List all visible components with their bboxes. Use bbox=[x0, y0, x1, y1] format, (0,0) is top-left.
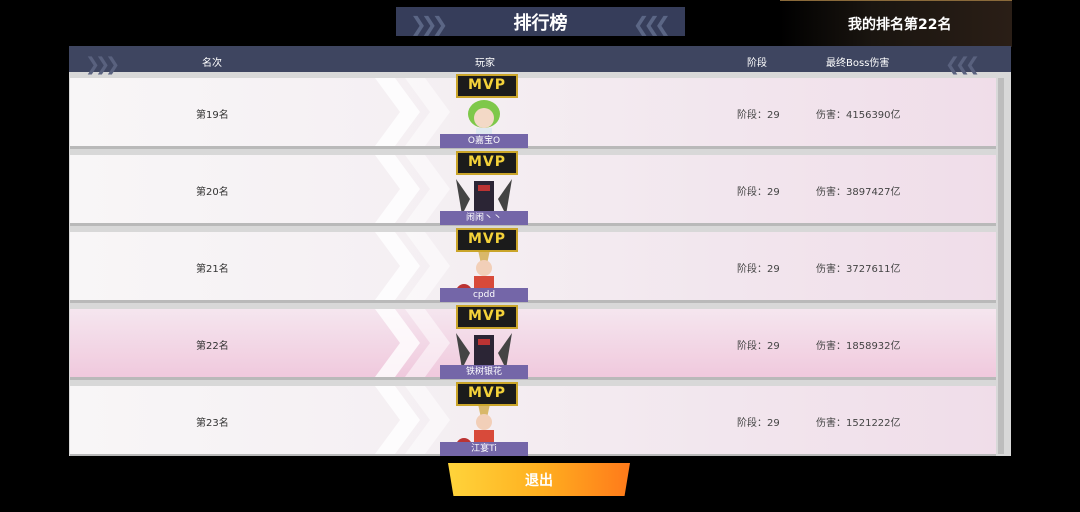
damage-value: 伤害：1858932亿 bbox=[816, 341, 901, 352]
header-player: 玩家 bbox=[475, 58, 495, 69]
table-row[interactable]: 第19名 MVP O嘉宝O 阶段：29 伤害：4156390亿 bbox=[70, 74, 996, 148]
player-name: 江宴Ti bbox=[440, 442, 528, 456]
leaderboard-title-banner: ❯❯❯ 排行榜 ❮❮❮ bbox=[396, 7, 685, 36]
table-header: ❯❯❯ 名次 玩家 阶段 最终Boss伤害 ❮❮❮ bbox=[69, 46, 1011, 75]
stage-value: 阶段：29 bbox=[737, 187, 780, 198]
damage-value: 伤害：3897427亿 bbox=[816, 187, 901, 198]
table-row[interactable]: 第23名 MVP 江宴Ti 阶段：29 伤害：1521222亿 bbox=[70, 382, 996, 456]
stage-value: 阶段：29 bbox=[737, 110, 780, 121]
player-name: 铁树银花 bbox=[440, 365, 528, 379]
mvp-badge: MVP bbox=[456, 382, 518, 406]
chevron-right-decor-icon: ❯❯❯ bbox=[85, 54, 120, 75]
stage-value: 阶段：29 bbox=[737, 264, 780, 275]
table-row-my-rank[interactable]: 第22名 MVP 铁树银花 阶段：29 伤害：1858932亿 bbox=[70, 305, 996, 379]
header-rank: 名次 bbox=[202, 58, 222, 69]
exit-button[interactable]: 退出 bbox=[448, 463, 630, 496]
page-title: 排行榜 bbox=[513, 12, 568, 34]
rank-label: 第19名 bbox=[196, 110, 229, 121]
ranking-panel: ❯❯❯ 名次 玩家 阶段 最终Boss伤害 ❮❮❮ 第19名 MVP O嘉宝O … bbox=[69, 46, 1011, 456]
scrollbar[interactable] bbox=[998, 78, 1004, 454]
rank-label: 第22名 bbox=[196, 341, 229, 352]
mvp-badge: MVP bbox=[456, 74, 518, 98]
header-stage: 阶段 bbox=[747, 58, 767, 69]
table-row[interactable]: 第21名 MVP cpdd 阶段：29 伤害：3727611亿 bbox=[70, 228, 996, 302]
player-name: 闹闹丶丶 bbox=[440, 211, 528, 225]
rank-label: 第20名 bbox=[196, 187, 229, 198]
my-rank-text: 我的排名第22名 bbox=[848, 17, 952, 33]
chevron-right-decor-icon: ❯❯❯ bbox=[410, 12, 448, 36]
player-name: O嘉宝O bbox=[440, 134, 528, 148]
mvp-badge: MVP bbox=[456, 228, 518, 252]
rank-label: 第21名 bbox=[196, 264, 229, 275]
table-row[interactable]: 第20名 MVP 闹闹丶丶 阶段：29 伤害：3897427亿 bbox=[70, 151, 996, 225]
player-name: cpdd bbox=[440, 288, 528, 302]
chevron-left-decor-icon: ❮❮❮ bbox=[632, 12, 671, 36]
stage-value: 阶段：29 bbox=[737, 418, 780, 429]
rank-label: 第23名 bbox=[196, 418, 229, 429]
chevron-left-decor-icon: ❮❮❮ bbox=[945, 54, 980, 75]
header-damage: 最终Boss伤害 bbox=[826, 58, 890, 69]
stage-value: 阶段：29 bbox=[737, 341, 780, 352]
mvp-badge: MVP bbox=[456, 151, 518, 175]
damage-value: 伤害：4156390亿 bbox=[816, 110, 901, 121]
damage-value: 伤害：3727611亿 bbox=[816, 264, 901, 275]
mvp-badge: MVP bbox=[456, 305, 518, 329]
damage-value: 伤害：1521222亿 bbox=[816, 418, 901, 429]
